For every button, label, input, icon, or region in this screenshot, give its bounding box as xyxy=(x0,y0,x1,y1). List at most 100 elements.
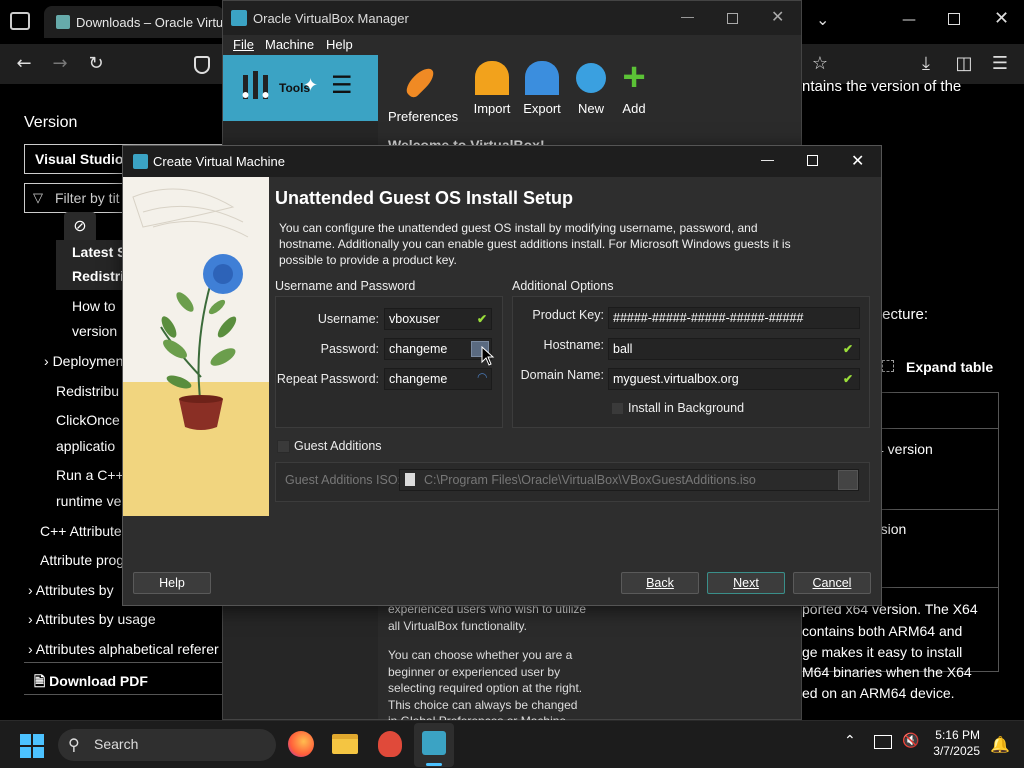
maximize-icon[interactable] xyxy=(807,155,818,166)
welcome-line: You can choose whether you are a xyxy=(388,648,573,662)
import-button[interactable]: Import xyxy=(468,61,516,116)
active-indicator xyxy=(426,763,442,766)
menu-icon[interactable]: ☰ xyxy=(986,50,1014,78)
menu-file[interactable]: File xyxy=(233,37,254,52)
vbm-title-bar: Oracle VirtualBox Manager — ✕ xyxy=(223,1,801,35)
add-button[interactable]: + Add xyxy=(614,57,654,116)
paint-app-icon[interactable] xyxy=(378,731,402,757)
minimize-icon[interactable]: — xyxy=(681,9,694,24)
password-field[interactable]: changeme xyxy=(384,338,492,360)
help-button[interactable]: Help xyxy=(133,572,211,594)
export-label: Export xyxy=(523,101,561,116)
sidebar-item-attributes-by[interactable]: › Attributes by xyxy=(28,582,114,598)
file-icon xyxy=(405,473,415,486)
product-key-field[interactable]: #####-#####-#####-#####-##### xyxy=(608,307,860,329)
sidebar-item-howto[interactable]: How to xyxy=(72,298,116,314)
tray-chevron-up-icon[interactable]: ⌃ xyxy=(844,733,856,749)
file-explorer-icon[interactable] xyxy=(332,734,358,754)
domain-name-label: Domain Name: xyxy=(520,368,604,382)
clock[interactable]: 5:16 PM 3/7/2025 xyxy=(918,728,980,758)
install-background-checkbox[interactable] xyxy=(611,402,624,415)
back-button[interactable]: Back xyxy=(621,572,699,594)
sidebar-item-cpp-attribute[interactable]: C++ Attribute xyxy=(40,523,122,539)
tools-panel[interactable]: Tools ✦ ☰ xyxy=(223,55,378,121)
minimize-icon[interactable]: — xyxy=(761,152,774,167)
close-icon[interactable]: ✕ xyxy=(851,151,864,171)
tab-list-chevron-icon[interactable]: ⌄ xyxy=(816,10,829,29)
next-button[interactable]: Next xyxy=(707,572,785,594)
new-button[interactable]: New xyxy=(570,61,612,116)
guest-additions-label[interactable]: Guest Additions xyxy=(294,439,382,453)
sidebar-item-redistrib[interactable]: Redistrit xyxy=(72,268,129,284)
shield-icon[interactable] xyxy=(194,56,210,74)
vbm-menu-bar: File Machine Help xyxy=(223,35,801,55)
sidebar-item-attributes-usage[interactable]: › Attributes by usage xyxy=(28,611,156,627)
download-pdf-link[interactable]: 🗎 Download PDF xyxy=(34,671,148,695)
extensions-icon[interactable]: ◫ xyxy=(950,50,978,78)
install-background-label[interactable]: Install in Background xyxy=(628,401,744,415)
add-label: Add xyxy=(622,101,646,116)
virtualbox-taskbar-icon[interactable] xyxy=(414,723,454,767)
bookmark-star-icon[interactable]: ☆ xyxy=(806,50,834,78)
domain-name-field[interactable]: myguest.virtualbox.org ✔ xyxy=(608,368,860,390)
taskbar-search[interactable]: ⚲ Search xyxy=(58,729,276,761)
downloads-icon[interactable]: ⤓ xyxy=(912,50,940,78)
back-arrow-icon[interactable]: ← xyxy=(10,50,38,78)
pdf-icon: 🗎 xyxy=(34,673,50,689)
restore-icon[interactable] xyxy=(948,13,960,25)
list-icon[interactable]: ☰ xyxy=(331,71,353,99)
sidebar-item-run-cpp[interactable]: Run a C++ xyxy=(56,467,124,483)
preferences-button[interactable]: Preferences xyxy=(388,61,458,124)
version-heading: Version xyxy=(24,114,78,131)
sidebar-item-clickonce[interactable]: ClickOnce xyxy=(56,412,120,428)
hostname-value: ball xyxy=(613,342,633,356)
table-cell: 4 version xyxy=(876,441,933,457)
close-icon[interactable]: ✕ xyxy=(771,7,784,27)
export-button[interactable]: Export xyxy=(518,61,566,116)
sidebar-item-runtime[interactable]: runtime ve xyxy=(56,493,121,509)
sidebar-item-attribute-prog[interactable]: Attribute prog xyxy=(40,552,124,568)
firefox-icon[interactable] xyxy=(288,731,314,757)
expand-table-button[interactable]: Expand table xyxy=(906,359,993,375)
reload-icon[interactable]: ↻ xyxy=(82,50,110,78)
sidebar-item-label: Attributes by usage xyxy=(35,611,156,627)
export-icon xyxy=(525,61,559,95)
browser-tab[interactable]: Downloads – Oracle VirtualB xyxy=(44,6,224,38)
guest-additions-iso-field[interactable]: C:\Program Files\Oracle\VirtualBox\VBoxG… xyxy=(399,469,859,491)
sidebar-item-redistribu[interactable]: Redistribu xyxy=(56,383,119,399)
menu-help[interactable]: Help xyxy=(326,37,353,52)
sidebar-divider xyxy=(24,694,222,695)
close-icon[interactable]: ✕ xyxy=(994,8,1009,29)
expand-icon[interactable] xyxy=(882,360,894,372)
windows-start-icon[interactable] xyxy=(20,734,44,758)
volume-icon[interactable]: 🔇 xyxy=(902,733,919,749)
menu-machine[interactable]: Machine xyxy=(265,37,314,52)
browse-file-button[interactable] xyxy=(838,470,858,490)
pin-icon: ✦ xyxy=(303,75,319,96)
hostname-field[interactable]: ball ✔ xyxy=(608,338,860,360)
intro-text: You can configure the unattended guest O… xyxy=(279,221,791,267)
notification-bell-icon[interactable]: 🔔 xyxy=(990,735,1010,754)
username-field[interactable]: vboxuser ✔ xyxy=(384,308,492,330)
welcome-line: selecting required option at the right. xyxy=(388,681,583,695)
sidebar-item-application[interactable]: applicatio xyxy=(56,438,115,454)
sidebar-item-version[interactable]: version xyxy=(72,323,117,339)
content-line: M64 binaries when the X64 xyxy=(802,664,972,680)
welcome-text-2: You can choose whether you are a beginne… xyxy=(388,647,582,730)
guest-additions-checkbox[interactable] xyxy=(277,440,290,453)
sidebar-item-deployment[interactable]: › Deploymen xyxy=(44,353,123,369)
tools-icon xyxy=(242,71,269,99)
guest-additions-iso-label: Guest Additions ISO: xyxy=(285,473,402,487)
valid-check-icon: ✔ xyxy=(843,372,854,386)
sidebar-item-attributes-alpha[interactable]: › Attributes alphabetical referer xyxy=(28,641,219,657)
tab-actions-icon[interactable] xyxy=(10,12,30,30)
network-icon[interactable] xyxy=(874,735,892,749)
dialog-title: Create Virtual Machine xyxy=(153,154,285,169)
forward-arrow-icon[interactable]: → xyxy=(46,50,74,78)
cancel-button-label: Cancel xyxy=(812,576,852,590)
filter-icon: ▽ xyxy=(33,190,43,205)
cancel-button[interactable]: Cancel xyxy=(793,572,871,594)
maximize-icon[interactable] xyxy=(727,13,738,24)
repeat-password-field[interactable]: changeme ◠ xyxy=(384,368,492,390)
minimize-icon[interactable]: — xyxy=(902,12,916,28)
